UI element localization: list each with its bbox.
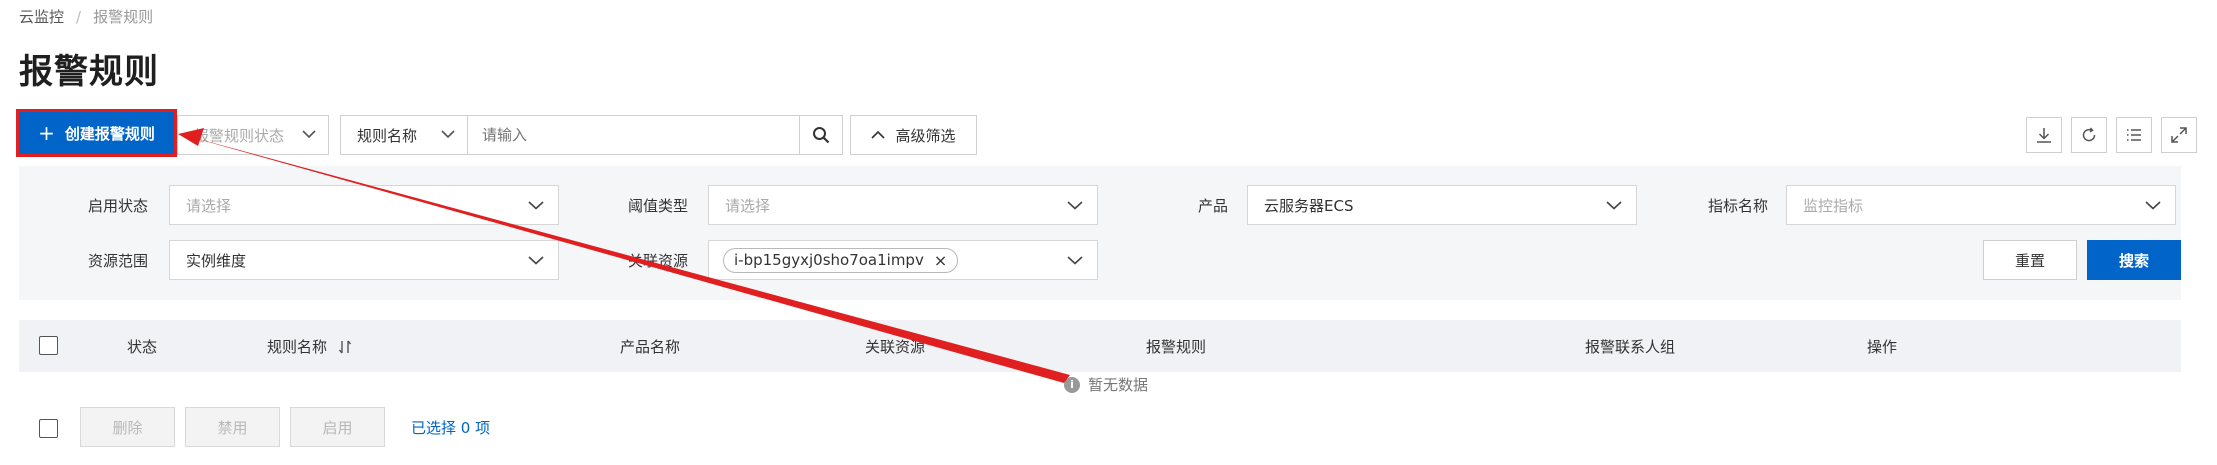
refresh-icon [2082, 127, 2096, 142]
enable-status-placeholder: 请选择 [186, 196, 232, 215]
delete-button[interactable]: 删除 [80, 407, 175, 447]
product-value: 云服务器ECS [1264, 196, 1354, 215]
chevron-down-icon [1067, 256, 1083, 265]
metric-name-placeholder: 监控指标 [1803, 196, 1864, 215]
batch-select-checkbox[interactable] [39, 419, 58, 438]
product-label: 产品 [1197, 197, 1228, 215]
advanced-filter-label: 高级筛选 [895, 126, 956, 145]
search-input[interactable] [468, 116, 799, 154]
metric-name-select[interactable]: 监控指标 [1786, 185, 2176, 225]
download-button[interactable] [2026, 117, 2062, 153]
resource-tag: i-bp15gyxj0sho7oa1impv × [723, 247, 959, 273]
metric-name-label: 指标名称 [1707, 197, 1768, 215]
enable-button[interactable]: 启用 [290, 407, 385, 447]
threshold-type-placeholder: 请选择 [725, 196, 771, 215]
chevron-down-icon [1067, 201, 1083, 210]
refresh-button[interactable] [2071, 117, 2107, 153]
resource-scope-select[interactable]: 实例维度 [169, 240, 559, 280]
fullscreen-button[interactable] [2161, 117, 2197, 153]
selected-count: 已选择 0 项 [411, 419, 491, 437]
breadcrumb-separator: / [76, 7, 82, 26]
reset-button[interactable]: 重置 [1983, 240, 2077, 280]
resource-scope-label: 资源范围 [87, 252, 148, 270]
resource-scope-value: 实例维度 [186, 251, 247, 270]
threshold-type-label: 阈值类型 [627, 197, 688, 215]
select-all-checkbox[interactable] [39, 336, 58, 355]
threshold-type-select[interactable]: 请选择 [708, 185, 1098, 225]
create-alarm-rule-label: 创建报警规则 [64, 124, 155, 143]
expand-icon [2171, 127, 2187, 143]
column-product-name: 产品名称 [620, 338, 681, 356]
breadcrumb: 云监控 / 报警规则 [19, 6, 153, 27]
table-header: 状态 规则名称 产品名称 关联资源 报警规则 报警联系人组 操作 [19, 320, 2181, 372]
column-alarm-rule: 报警规则 [1146, 338, 1207, 356]
chevron-down-icon [441, 127, 455, 143]
chevron-down-icon [2145, 201, 2161, 210]
plus-icon: + [38, 121, 55, 145]
sort-icon [338, 340, 352, 353]
column-contact-group: 报警联系人组 [1585, 338, 1676, 356]
chevron-down-icon [528, 256, 544, 265]
search-button[interactable] [799, 116, 842, 154]
empty-state: i 暂无数据 [1064, 374, 1148, 395]
column-status: 状态 [127, 338, 158, 356]
related-resources-select[interactable]: i-bp15gyxj0sho7oa1impv × [708, 240, 1098, 280]
close-icon[interactable]: × [934, 251, 947, 270]
alarm-status-placeholder: 报警规则状态 [194, 126, 285, 145]
related-resources-label: 关联资源 [627, 252, 688, 270]
column-settings-button[interactable] [2116, 117, 2152, 153]
chevron-down-icon [302, 127, 316, 143]
download-icon [2037, 128, 2051, 143]
enable-status-label: 启用状态 [87, 197, 148, 215]
resource-tag-label: i-bp15gyxj0sho7oa1impv [734, 251, 924, 269]
chevron-up-icon [871, 130, 886, 139]
product-select[interactable]: 云服务器ECS [1247, 185, 1637, 225]
list-icon [2127, 129, 2141, 141]
breadcrumb-root[interactable]: 云监控 [19, 6, 64, 27]
chevron-down-icon [528, 201, 544, 210]
page-title: 报警规则 [19, 52, 159, 92]
enable-status-select[interactable]: 请选择 [169, 185, 559, 225]
rule-search-group: 规则名称 [340, 115, 843, 155]
chevron-down-icon [1606, 201, 1622, 210]
search-icon [813, 127, 830, 144]
search-submit-button[interactable]: 搜索 [2087, 240, 2181, 280]
advanced-filter-button[interactable]: 高级筛选 [850, 115, 977, 155]
disable-button[interactable]: 禁用 [185, 407, 280, 447]
column-rule-name[interactable]: 规则名称 [267, 336, 353, 357]
create-alarm-rule-button[interactable]: + 创建报警规则 [16, 109, 177, 157]
column-rule-name-label: 规则名称 [267, 338, 328, 356]
search-field-label: 规则名称 [357, 126, 418, 145]
column-actions: 操作 [1867, 338, 1898, 356]
column-related-resources: 关联资源 [865, 338, 926, 356]
alarm-status-select[interactable]: 报警规则状态 [177, 115, 329, 155]
empty-text: 暂无数据 [1088, 376, 1149, 394]
info-icon: i [1064, 376, 1080, 393]
breadcrumb-current: 报警规则 [93, 8, 154, 26]
search-field-select[interactable]: 规则名称 [341, 116, 468, 154]
